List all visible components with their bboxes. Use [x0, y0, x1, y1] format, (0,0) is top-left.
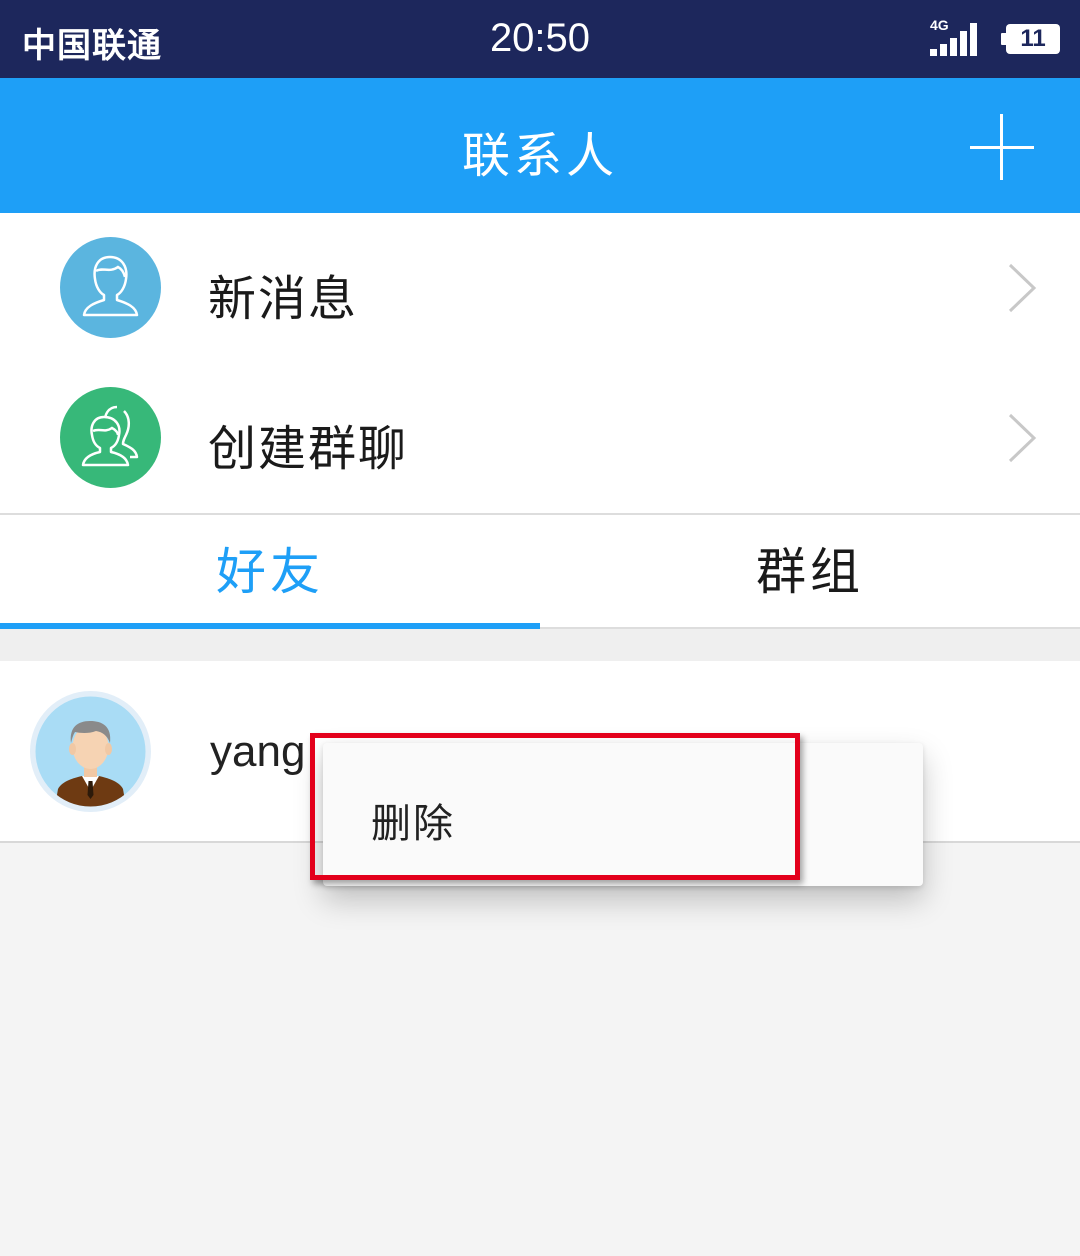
status-time: 20:50 — [489, 16, 591, 60]
status-bar: 中国联通 20:50 4G 11 — [0, 0, 1080, 78]
menu-item-create-group[interactable]: 创建群聊 — [0, 363, 1080, 513]
group-icon — [60, 387, 161, 488]
chevron-right-icon — [1008, 413, 1037, 463]
man-avatar-icon — [30, 691, 151, 812]
page-title: 联系人 — [461, 128, 618, 184]
signal-icon — [930, 22, 988, 56]
contact-menu: 新消息 创建群聊 — [0, 213, 1080, 514]
menu-item-new-message[interactable]: 新消息 — [0, 213, 1080, 363]
menu-item-label: 创建群聊 — [208, 421, 409, 477]
header: 联系人 — [0, 78, 1080, 213]
delete-label: 删除 — [371, 801, 455, 847]
contact-tabs: 好友 群组 — [0, 515, 1080, 629]
tab-friends[interactable]: 好友 — [0, 515, 540, 629]
battery-level: 11 — [1020, 25, 1046, 52]
tab-groups[interactable]: 群组 — [540, 515, 1080, 629]
section-gap — [0, 629, 1080, 661]
chevron-right-icon — [1008, 263, 1037, 313]
delete-menu-item[interactable]: 删除 — [323, 743, 923, 886]
friend-name: yang — [210, 727, 306, 776]
battery-icon: 11 — [1001, 24, 1060, 54]
context-menu: 删除 — [323, 743, 923, 886]
person-icon — [60, 237, 161, 338]
menu-item-label: 新消息 — [208, 271, 359, 327]
add-contact-button[interactable] — [962, 108, 1042, 188]
